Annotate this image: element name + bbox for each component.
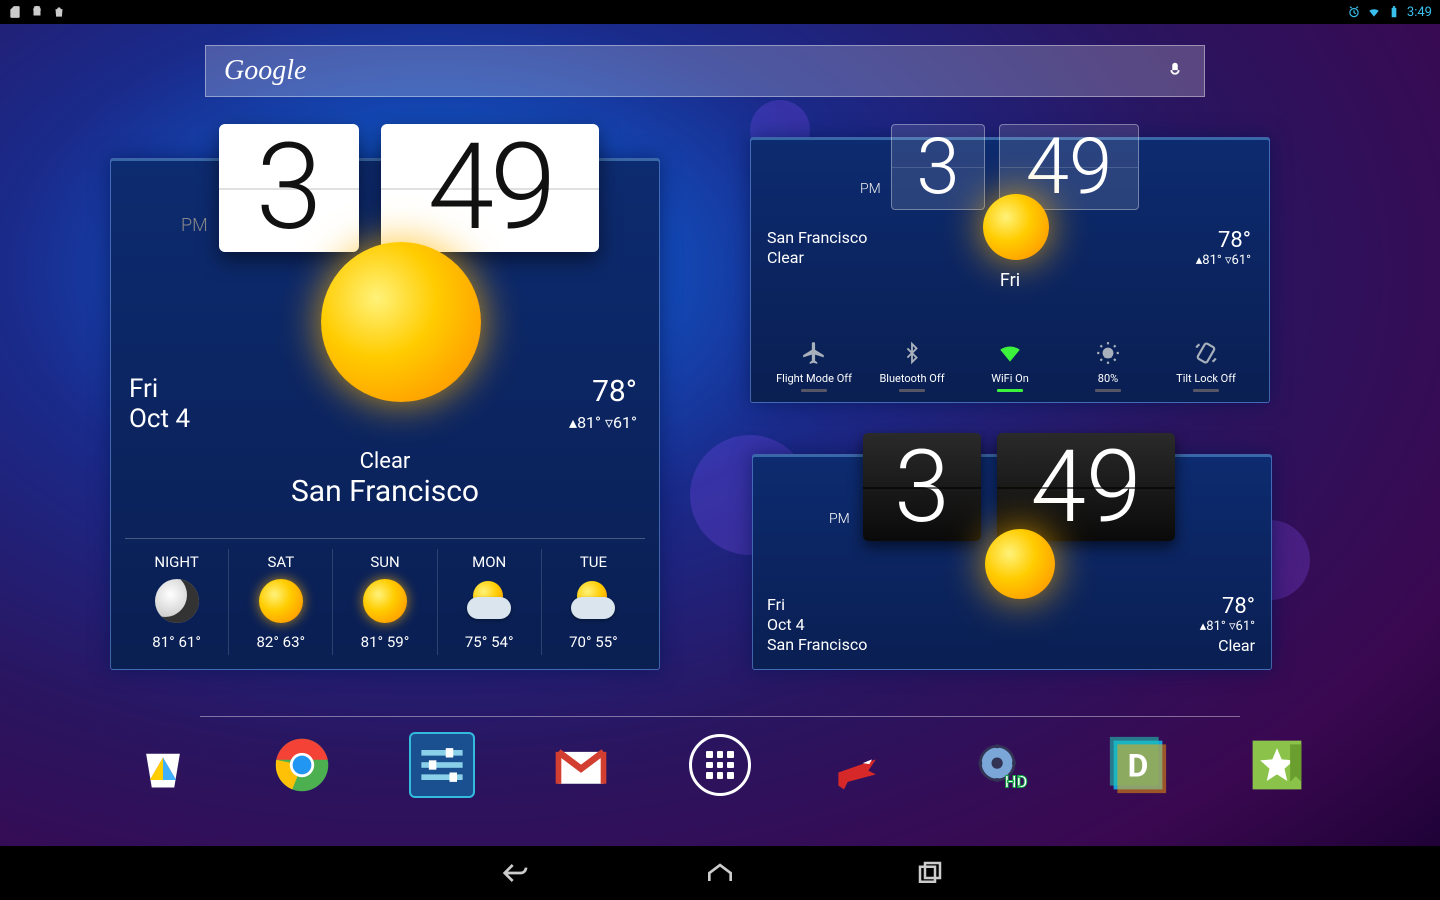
navigation-bar bbox=[0, 846, 1440, 900]
app-plane-game[interactable] bbox=[826, 732, 892, 798]
toggle-flight-mode[interactable]: Flight Mode Off bbox=[765, 338, 863, 392]
svg-text:A: A bbox=[1106, 349, 1111, 358]
temp-label: 78° ▴81° ▿61° Clear bbox=[1200, 594, 1255, 655]
weather-clock-widget-large[interactable]: PM 3 49 FriOct 4 78° ▴81° ▿61° Clear San… bbox=[110, 158, 660, 670]
toggle-brightness[interactable]: A80% bbox=[1059, 338, 1157, 392]
android-icon bbox=[30, 5, 44, 19]
date-label: FriOct 4 bbox=[129, 374, 190, 434]
wifi-icon bbox=[1367, 5, 1381, 19]
flip-minute-card: 49 bbox=[997, 433, 1175, 541]
app-play-store[interactable] bbox=[130, 732, 196, 798]
flip-hour-card: PM 3 bbox=[863, 433, 981, 541]
app-dock: HD D bbox=[130, 732, 1310, 798]
partly-cloudy-icon bbox=[463, 579, 515, 623]
condition-label: Clear San Francisco bbox=[111, 449, 659, 509]
recent-apps-button[interactable] bbox=[910, 853, 950, 893]
ampm-label: PM bbox=[181, 215, 208, 236]
weather-clock-widget-dark[interactable]: PM 3 49 FriOct 4San Francisco 78° ▴81° ▿… bbox=[752, 454, 1272, 670]
status-clock: 3:49 bbox=[1407, 5, 1432, 20]
battery-icon bbox=[1387, 5, 1401, 19]
shopping-bag-icon bbox=[52, 5, 66, 19]
weather-toggles-widget[interactable]: PM 3 49 San FranciscoClear 78° ▴81° ▿61°… bbox=[750, 137, 1270, 403]
svg-text:D: D bbox=[1127, 746, 1148, 784]
forecast-night: NIGHT81° 61° bbox=[125, 549, 229, 655]
flip-hour-card: PM 3 bbox=[219, 124, 359, 252]
back-button[interactable] bbox=[490, 853, 530, 893]
home-button[interactable] bbox=[700, 853, 740, 893]
sun-icon bbox=[321, 242, 481, 402]
app-chrome[interactable] bbox=[269, 732, 335, 798]
forecast-tue: TUE70° 55° bbox=[542, 549, 645, 655]
forecast-mon: MON75° 54° bbox=[438, 549, 542, 655]
sun-icon bbox=[363, 579, 407, 623]
city-condition: San FranciscoClear bbox=[767, 228, 867, 268]
google-logo: Google bbox=[224, 55, 306, 87]
sun-icon bbox=[985, 529, 1055, 599]
flip-minute-card: 49 bbox=[381, 124, 599, 252]
forecast-sun: SUN81° 59° bbox=[333, 549, 437, 655]
date-city-label: FriOct 4San Francisco bbox=[767, 595, 867, 655]
sd-card-icon bbox=[8, 5, 22, 19]
app-drawer-button[interactable] bbox=[687, 732, 753, 798]
toggle-tilt-lock[interactable]: Tilt Lock Off bbox=[1157, 338, 1255, 392]
alarm-icon bbox=[1347, 5, 1361, 19]
forecast-sat: SAT82° 63° bbox=[229, 549, 333, 655]
app-disqus[interactable]: D bbox=[1105, 732, 1171, 798]
forecast-row: NIGHT81° 61° SAT82° 63° SUN81° 59° MON75… bbox=[125, 538, 645, 655]
dock-separator bbox=[200, 716, 1240, 717]
sun-icon bbox=[983, 194, 1049, 260]
app-star-green[interactable] bbox=[1244, 732, 1310, 798]
sun-icon bbox=[259, 579, 303, 623]
google-search-bar[interactable]: Google bbox=[205, 45, 1205, 97]
svg-text:HD: HD bbox=[1004, 773, 1027, 793]
flip-hour-card: PM 3 bbox=[891, 124, 985, 210]
app-hd-widgets[interactable]: HD bbox=[966, 732, 1032, 798]
day-label: Fri bbox=[751, 270, 1269, 291]
temp-label: 78° ▴81° ▿61° bbox=[569, 374, 637, 432]
temp-label: 78° ▴81° ▿61° bbox=[1196, 228, 1251, 268]
toggle-wifi[interactable]: WiFi On bbox=[961, 338, 1059, 392]
status-bar: 3:49 bbox=[0, 0, 1440, 24]
app-settings[interactable] bbox=[409, 732, 475, 798]
app-gmail[interactable] bbox=[548, 732, 614, 798]
toggle-bluetooth[interactable]: Bluetooth Off bbox=[863, 338, 961, 392]
partly-cloudy-icon bbox=[567, 579, 619, 623]
voice-search-icon[interactable] bbox=[1164, 60, 1186, 82]
moon-icon bbox=[155, 579, 199, 623]
